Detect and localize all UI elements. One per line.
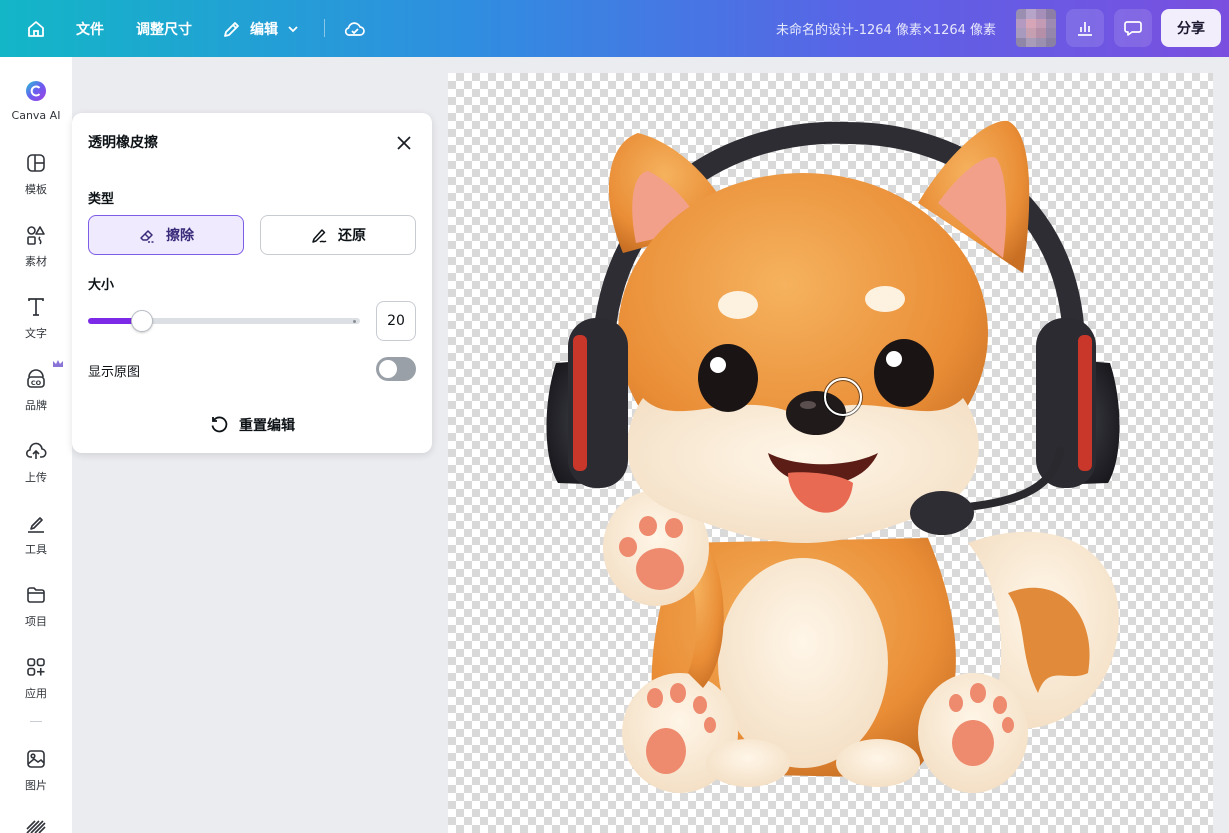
design-canvas[interactable] (448, 73, 1213, 833)
pencil-icon (224, 21, 239, 37)
size-value-input[interactable]: 20 (376, 301, 416, 341)
rail-item-projects[interactable]: 项目 (0, 583, 72, 629)
file-menu-button[interactable]: 文件 (76, 0, 104, 57)
rail-label: 工具 (25, 543, 47, 556)
rail-divider (30, 721, 42, 722)
show-original-toggle[interactable] (376, 357, 416, 381)
rail-label: 文字 (25, 327, 47, 340)
share-button[interactable]: 分享 (1161, 9, 1221, 47)
left-rail: Canva AI 模板 素材 文字 CO 品牌 上传 工具 项目 应用 图片 (0, 57, 72, 833)
rail-label: Canva AI (11, 109, 61, 122)
home-icon (28, 20, 44, 37)
insights-button[interactable] (1066, 9, 1104, 47)
size-slider-thumb[interactable] (131, 310, 153, 332)
apps-icon (24, 655, 48, 679)
reset-label: 重置编辑 (239, 418, 295, 434)
rail-item-photos[interactable]: 图片 (0, 747, 72, 793)
panel-title: 透明橡皮擦 (88, 135, 158, 151)
tools-icon (24, 511, 48, 535)
show-original-label: 显示原图 (88, 365, 141, 380)
rail-item-canva-ai[interactable]: Canva AI (0, 79, 72, 122)
restore-button[interactable]: 还原 (260, 215, 416, 255)
toggle-knob (379, 360, 397, 378)
brand-icon: CO (24, 367, 48, 391)
rail-item-elements[interactable]: 素材 (0, 223, 72, 269)
size-slider[interactable] (88, 310, 360, 332)
size-label: 大小 (88, 278, 115, 293)
rail-label: 图片 (25, 779, 47, 792)
chevron-down-icon (288, 25, 298, 32)
rail-label: 模板 (25, 183, 47, 196)
comment-icon (1124, 21, 1142, 36)
document-title[interactable]: 未命名的设计-1264 像素×1264 像素 (776, 0, 996, 57)
erase-button[interactable]: 擦除 (88, 215, 244, 255)
text-icon (24, 295, 48, 319)
folder-icon (24, 583, 48, 607)
resize-button[interactable]: 调整尺寸 (136, 0, 192, 57)
bar-chart-icon (1078, 22, 1092, 36)
rail-item-tools[interactable]: 工具 (0, 511, 72, 557)
image-icon (24, 747, 48, 771)
size-slider-end-dot (353, 319, 356, 323)
erase-label: 擦除 (166, 228, 194, 244)
shiba-dog-image[interactable] (448, 73, 1213, 833)
upload-icon (24, 439, 48, 463)
type-label: 类型 (88, 192, 115, 207)
rail-label: 项目 (25, 615, 47, 628)
rail-item-upload[interactable]: 上传 (0, 439, 72, 485)
elements-icon (24, 223, 48, 247)
templates-icon (24, 151, 48, 175)
restore-brush-icon (312, 229, 327, 243)
transparent-eraser-panel: 透明橡皮擦 类型 擦除 还原 大小 20 显示原图 重置编辑 (72, 113, 432, 453)
close-button[interactable] (390, 129, 418, 157)
rail-label: 品牌 (25, 399, 47, 412)
comment-button[interactable] (1114, 9, 1152, 47)
close-icon (397, 136, 411, 150)
undo-icon (211, 416, 228, 433)
restore-label: 还原 (338, 228, 366, 244)
rail-label: 应用 (25, 687, 47, 700)
rail-item-text[interactable]: 文字 (0, 295, 72, 341)
eraser-brush-cursor (824, 378, 862, 416)
reset-edits-button[interactable]: 重置编辑 (72, 405, 432, 445)
cloud-save-button[interactable] (340, 0, 370, 57)
header-divider (324, 19, 325, 37)
rail-label: 素材 (25, 255, 47, 268)
svg-text:CO: CO (31, 379, 42, 387)
eraser-icon (140, 230, 154, 243)
cloud-check-icon (344, 21, 365, 36)
rail-label: 上传 (25, 471, 47, 484)
rail-item-templates[interactable]: 模板 (0, 151, 72, 197)
rail-item-brand[interactable]: CO 品牌 (0, 367, 72, 413)
home-button[interactable] (20, 0, 52, 57)
avatar[interactable] (1016, 9, 1056, 47)
canva-ai-icon (24, 79, 48, 103)
edit-mode-button[interactable]: 编辑 (222, 0, 300, 57)
edit-mode-label: 编辑 (250, 21, 278, 38)
pattern-icon[interactable] (26, 819, 46, 833)
rail-item-apps[interactable]: 应用 (0, 655, 72, 701)
top-bar: 文件 调整尺寸 编辑 未命名的设计-1264 像素×1264 像素 分享 (0, 0, 1229, 57)
